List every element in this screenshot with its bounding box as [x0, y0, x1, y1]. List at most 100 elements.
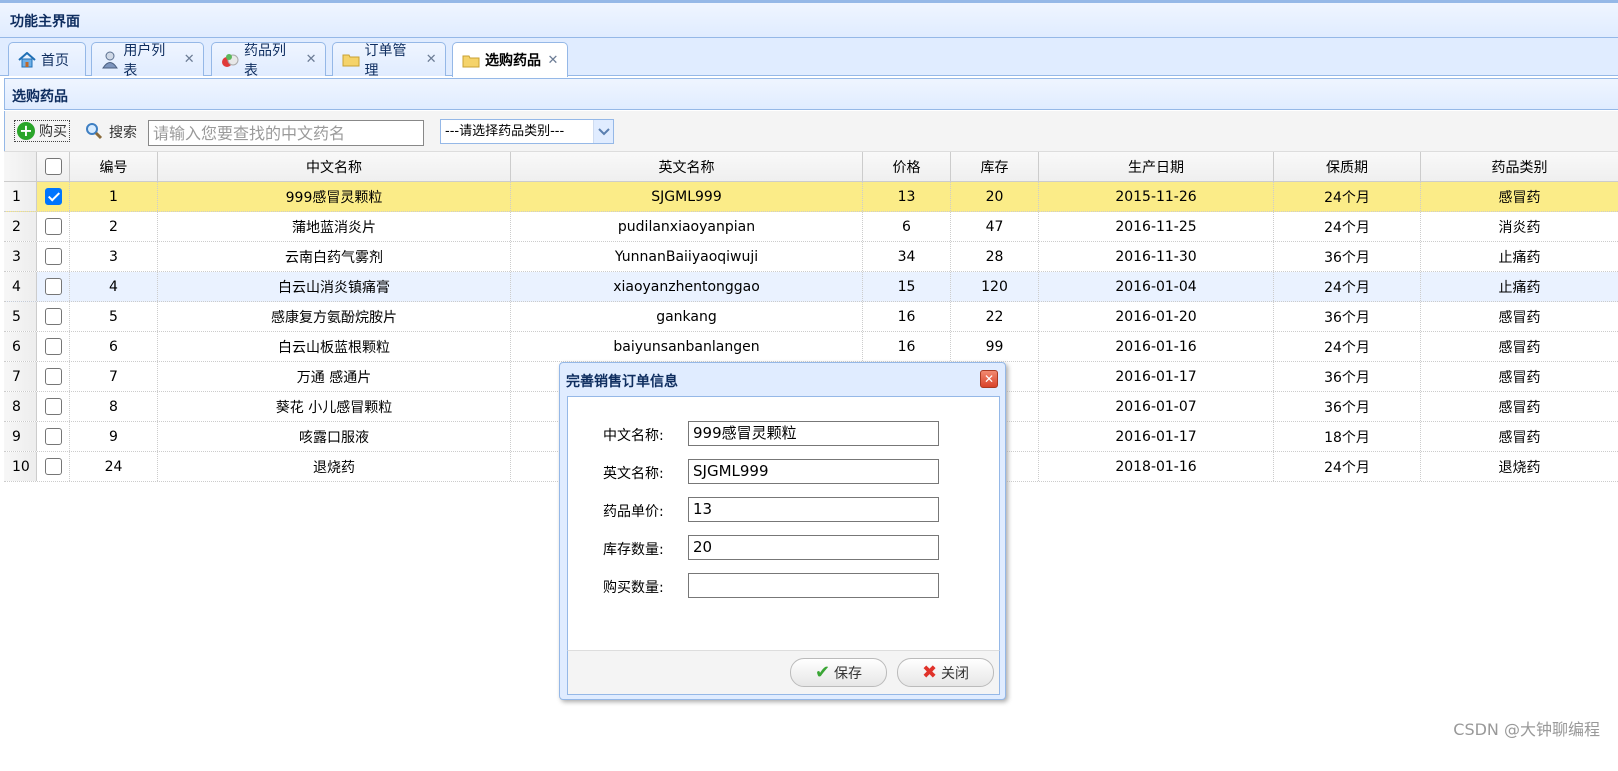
- order-dialog: 完善销售订单信息 ✕ 中文名称: 999感冒灵颗粒 英文名称: SJGML999…: [559, 362, 1006, 700]
- row-number: 10: [4, 452, 37, 481]
- tab-users[interactable]: 用户列表 ✕: [91, 42, 204, 79]
- users-icon: [100, 51, 119, 69]
- tab-orders[interactable]: 订单管理 ✕: [332, 42, 446, 79]
- cell-en-name: baiyunsanbanlangen: [511, 332, 863, 361]
- table-row[interactable]: 2 2 蒲地蓝消炎片 pudilanxiaoyanpian 6 47 2016-11-25 2…: [4, 212, 1618, 242]
- cell-date: 2018-01-16: [1039, 452, 1274, 481]
- dialog-title: 完善销售订单信息: [566, 374, 678, 390]
- row-checkbox[interactable]: [44, 248, 62, 265]
- cell-en-name: gankang: [511, 302, 863, 331]
- cell-cn-name: 蒲地蓝消炎片: [158, 212, 511, 241]
- tab-home[interactable]: 首页: [8, 42, 86, 76]
- col-header-shelf-life[interactable]: 保质期: [1274, 152, 1421, 181]
- row-checkbox[interactable]: [44, 278, 62, 295]
- cell-shelf-life: 24个月: [1274, 332, 1421, 361]
- close-icon[interactable]: ✕: [305, 52, 317, 67]
- app-header: 功能主界面: [0, 0, 1618, 38]
- form-row-buy-qty: 购买数量:: [568, 573, 1001, 599]
- cell-cn-name: 白云山板蓝根颗粒: [158, 332, 511, 361]
- tab-label: 药品列表: [244, 42, 286, 79]
- cell-id: 2: [70, 212, 158, 241]
- table-header: 编号 中文名称 英文名称 价格 库存 生产日期 保质期 药品类别: [4, 151, 1618, 182]
- row-number: 7: [4, 362, 37, 391]
- cell-en-name: xiaoyanzhentonggao: [511, 272, 863, 301]
- close-icon[interactable]: ✕: [547, 53, 559, 68]
- row-checkbox[interactable]: [44, 368, 62, 385]
- pills-icon: [220, 51, 240, 69]
- stock-qty-label: 库存数量:: [603, 542, 664, 558]
- close-icon[interactable]: ✕: [425, 52, 437, 67]
- add-icon: +: [17, 122, 35, 140]
- row-checkbox[interactable]: [44, 428, 62, 445]
- table-row[interactable]: 5 5 感康复方氨酚烷胺片 gankang 16 22 2016-01-20 36个月 感冒药: [4, 302, 1618, 332]
- cell-shelf-life: 36个月: [1274, 242, 1421, 271]
- row-number: 5: [4, 302, 37, 331]
- cell-type: 消炎药: [1498, 219, 1541, 236]
- row-checkbox[interactable]: [44, 338, 62, 355]
- search-icon: [85, 122, 105, 142]
- row-number: 8: [4, 392, 37, 421]
- close-icon[interactable]: ✕: [980, 370, 998, 388]
- row-checkbox[interactable]: [44, 458, 62, 475]
- tab-buy-drugs[interactable]: 选购药品 ✕: [452, 42, 568, 77]
- stock-qty-field[interactable]: 20: [688, 535, 939, 560]
- cell-date: 2016-11-25: [1039, 212, 1274, 241]
- buy-button[interactable]: + 购买: [14, 120, 70, 142]
- cell-cn-name: 999感冒灵颗粒: [158, 182, 511, 211]
- table-row[interactable]: 3 3 云南白药气雾剂 YunnanBaiiyaoqiwuji 34 28 2016-11-…: [4, 242, 1618, 272]
- en-name-label: 英文名称:: [603, 466, 664, 482]
- app-title: 功能主界面: [10, 14, 80, 30]
- cell-cn-name: 退烧药: [158, 452, 511, 481]
- cell-en-name: pudilanxiaoyanpian: [511, 212, 863, 241]
- chevron-down-icon[interactable]: [593, 120, 613, 143]
- cn-name-field[interactable]: 999感冒灵颗粒: [688, 421, 939, 446]
- row-checkbox[interactable]: [44, 308, 62, 325]
- buy-qty-field[interactable]: [688, 573, 939, 598]
- cell-id: 8: [70, 392, 158, 421]
- cell-stock: 120: [951, 272, 1039, 301]
- unit-price-field[interactable]: 13: [688, 497, 939, 522]
- select-all-cell: [37, 152, 70, 181]
- col-header-id[interactable]: 编号: [70, 152, 158, 181]
- row-number: 1: [4, 182, 37, 211]
- row-checkbox[interactable]: [44, 218, 62, 235]
- unit-price-label: 药品单价:: [603, 504, 664, 520]
- table-row[interactable]: 6 6 白云山板蓝根颗粒 baiyunsanbanlangen 16 99 2016-01-…: [4, 332, 1618, 362]
- cell-stock: 22: [951, 302, 1039, 331]
- row-number: 6: [4, 332, 37, 361]
- row-number: 9: [4, 422, 37, 451]
- close-button[interactable]: ✖ 关闭: [897, 658, 994, 687]
- dialog-body: 中文名称: 999感冒灵颗粒 英文名称: SJGML999 药品单价: 13 库…: [567, 396, 1000, 650]
- search-label: 搜索: [109, 125, 137, 141]
- row-checkbox[interactable]: [44, 188, 62, 205]
- drug-type-select-value: ---请选择药品类别---: [445, 124, 565, 139]
- cell-id: 3: [70, 242, 158, 271]
- tab-drugs[interactable]: 药品列表 ✕: [211, 42, 326, 79]
- en-name-field[interactable]: SJGML999: [688, 459, 939, 484]
- select-all-checkbox[interactable]: [44, 158, 62, 175]
- row-select-cell: [37, 362, 70, 391]
- col-header-en-name[interactable]: 英文名称: [511, 152, 863, 181]
- col-header-cn-name[interactable]: 中文名称: [158, 152, 511, 181]
- cell-shelf-life: 24个月: [1274, 182, 1421, 211]
- row-select-cell: [37, 182, 70, 211]
- row-checkbox[interactable]: [44, 398, 62, 415]
- table-row[interactable]: 1 1 999感冒灵颗粒 SJGML999 13 20 2015-11-26 24个月 感冒药: [4, 182, 1618, 212]
- cell-date: 2016-01-04: [1039, 272, 1274, 301]
- search-button[interactable]: 搜索: [85, 121, 137, 143]
- col-header-date[interactable]: 生产日期: [1039, 152, 1274, 181]
- col-header-type[interactable]: 药品类别: [1421, 152, 1618, 181]
- form-row-en-name: 英文名称: SJGML999: [568, 459, 1001, 485]
- search-input[interactable]: [148, 120, 424, 146]
- close-icon[interactable]: ✕: [183, 52, 195, 67]
- cell-stock: 99: [951, 332, 1039, 361]
- table-row[interactable]: 4 4 白云山消炎镇痛膏 xiaoyanzhentonggao 15 120 2016-01…: [4, 272, 1618, 302]
- cell-stock: 47: [951, 212, 1039, 241]
- row-select-cell: [37, 302, 70, 331]
- col-header-price[interactable]: 价格: [863, 152, 951, 181]
- drug-type-select[interactable]: ---请选择药品类别---: [440, 119, 614, 144]
- cell-shelf-life: 24个月: [1274, 452, 1421, 481]
- save-button[interactable]: ✔ 保存: [790, 658, 887, 687]
- col-header-stock[interactable]: 库存: [951, 152, 1039, 181]
- row-select-cell: [37, 332, 70, 361]
